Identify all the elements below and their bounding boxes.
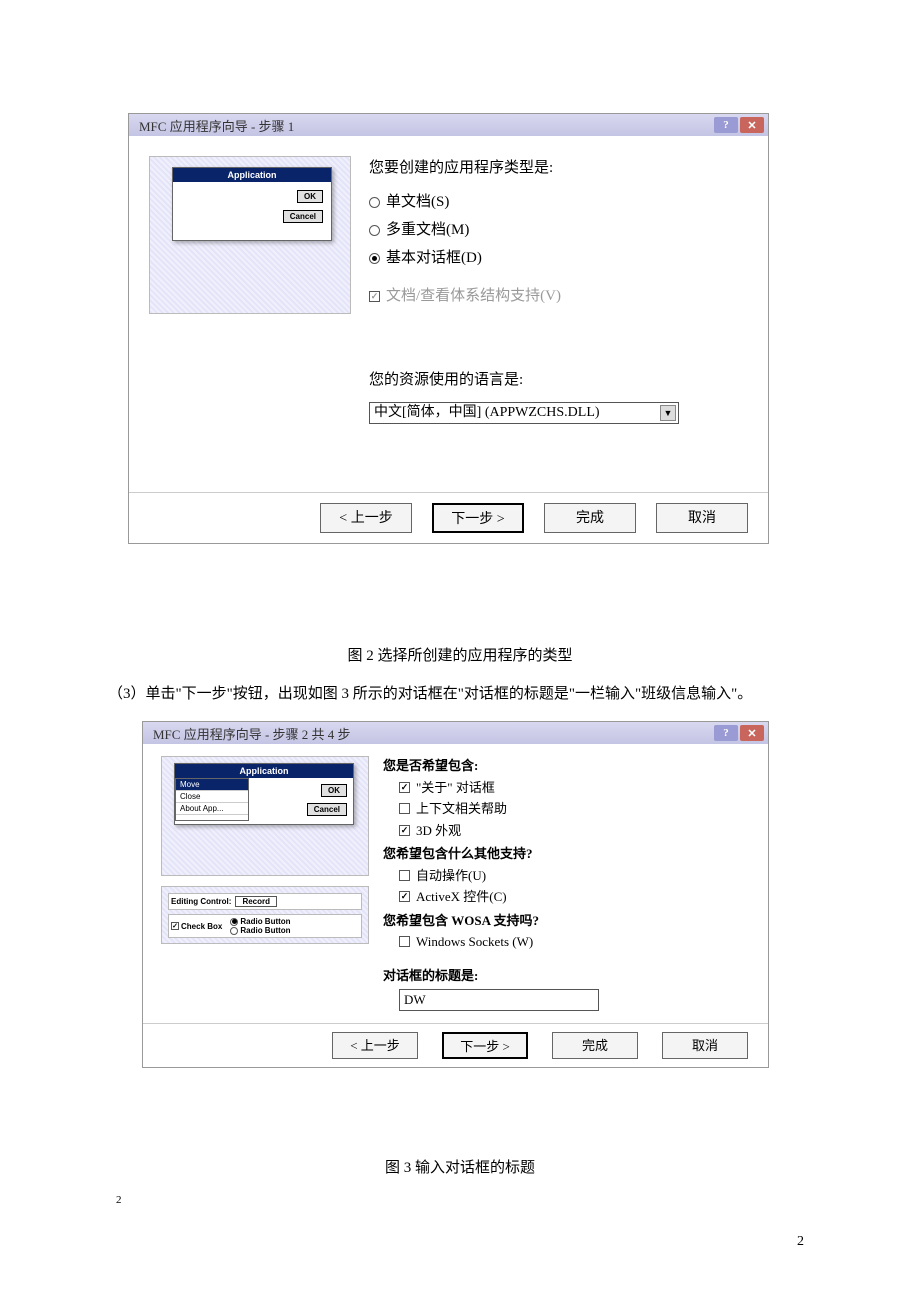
menu-about: About App... <box>176 803 248 815</box>
dialog1-titlebar: MFC 应用程序向导 - 步骤 1 ? ✕ <box>129 114 768 136</box>
editing-control-label: Editing Control: <box>171 897 231 906</box>
radio-dialog-based[interactable]: 基本对话框(D) <box>369 246 748 270</box>
menu-close: Close <box>176 791 248 803</box>
preview-app-header: Application <box>175 764 353 778</box>
preview-ok-button: OK <box>297 190 323 203</box>
finish-button[interactable]: 完成 <box>552 1032 638 1059</box>
check-automation[interactable]: 自动操作(U) <box>399 866 750 886</box>
cancel-button[interactable]: 取消 <box>662 1032 748 1059</box>
dialog-title-question: 对话框的标题是: <box>383 966 750 986</box>
other-support-question: 您希望包含什么其他支持? <box>383 844 750 864</box>
dialog2-title: MFC 应用程序向导 - 步骤 2 共 4 步 <box>153 724 351 743</box>
check-activex[interactable]: ActiveX 控件(C) <box>399 887 750 907</box>
check-about-dialog[interactable]: "关于" 对话框 <box>399 778 750 798</box>
preview-cancel-button: Cancel <box>283 210 323 223</box>
mfc-wizard-step1-dialog: MFC 应用程序向导 - 步骤 1 ? ✕ Application OK Can… <box>128 113 769 544</box>
include-question: 您是否希望包含: <box>383 756 750 776</box>
back-button[interactable]: < 上一步 <box>332 1032 418 1059</box>
preview-pane-2a: Application Move Close About App... OK C… <box>161 756 369 876</box>
preview-pane-1: Application OK Cancel <box>149 156 351 314</box>
language-question: 您的资源使用的语言是: <box>369 368 748 392</box>
dialog-title-input[interactable] <box>399 989 599 1011</box>
radio-single-doc[interactable]: 单文档(S) <box>369 190 748 214</box>
help-icon[interactable]: ? <box>714 117 738 133</box>
cancel-button[interactable]: 取消 <box>656 503 748 533</box>
page-number-left: 2 <box>116 1194 122 1206</box>
close-icon[interactable]: ✕ <box>740 117 764 133</box>
check-docview-support: 文档/查看体系结构支持(V) <box>369 284 748 308</box>
page-number-right: 2 <box>797 1234 804 1250</box>
check-context-help[interactable]: 上下文相关帮助 <box>399 799 750 819</box>
editing-control-value: Record <box>235 896 277 907</box>
instruction-paragraph: （3）单击"下一步"按钮，出现如图 3 所示的对话框在"对话框的标题是"一栏输入… <box>108 680 812 709</box>
preview-app-header: Application <box>173 168 331 182</box>
dialog1-title: MFC 应用程序向导 - 步骤 1 <box>139 116 294 135</box>
wosa-question: 您希望包含 WOSA 支持吗? <box>383 911 750 931</box>
preview-radio-label-2: Radio Button <box>240 926 290 935</box>
chevron-down-icon: ▼ <box>660 405 676 421</box>
preview-pane-2b: Editing Control: Record Check Box Radio … <box>161 886 369 944</box>
finish-button[interactable]: 完成 <box>544 503 636 533</box>
preview-ok-button: OK <box>321 784 347 797</box>
app-type-question: 您要创建的应用程序类型是: <box>369 156 748 180</box>
close-icon[interactable]: ✕ <box>740 725 764 741</box>
figure3-caption: 图 3 输入对话框的标题 <box>0 1156 920 1177</box>
dialog2-titlebar: MFC 应用程序向导 - 步骤 2 共 4 步 ? ✕ <box>143 722 768 744</box>
menu-move: Move <box>176 779 248 791</box>
figure2-caption: 图 2 选择所创建的应用程序的类型 <box>0 644 920 665</box>
mfc-wizard-step2-dialog: MFC 应用程序向导 - 步骤 2 共 4 步 ? ✕ Application … <box>142 721 769 1068</box>
language-select[interactable]: 中文[简体，中国] (APPWZCHS.DLL) ▼ <box>369 402 679 424</box>
next-button[interactable]: 下一步 > <box>442 1032 528 1059</box>
back-button[interactable]: < 上一步 <box>320 503 412 533</box>
language-value: 中文[简体，中国] (APPWZCHS.DLL) <box>374 402 600 424</box>
check-3d-look[interactable]: 3D 外观 <box>399 821 750 841</box>
preview-radio-label-1: Radio Button <box>240 917 290 926</box>
next-button[interactable]: 下一步 > <box>432 503 524 533</box>
preview-cancel-button: Cancel <box>307 803 347 816</box>
preview-checkbox-label: Check Box <box>181 922 222 931</box>
radio-multi-doc[interactable]: 多重文档(M) <box>369 218 748 242</box>
check-sockets[interactable]: Windows Sockets (W) <box>399 932 750 952</box>
help-icon[interactable]: ? <box>714 725 738 741</box>
